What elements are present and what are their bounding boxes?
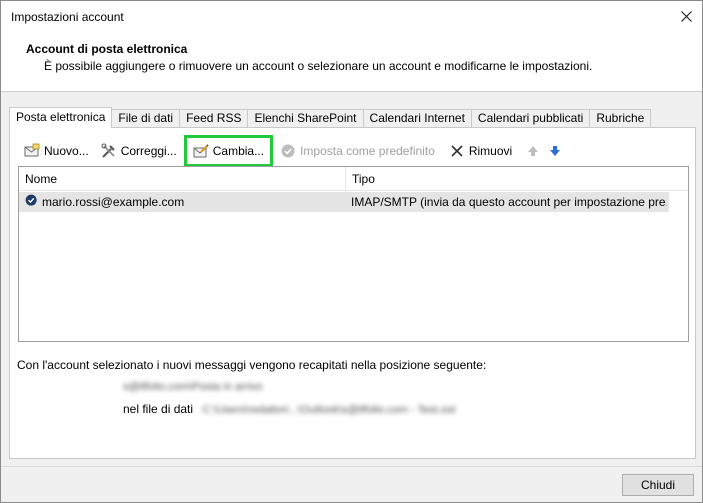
- dialog-header: Account di posta elettronica È possibile…: [1, 32, 702, 92]
- repair-label: Correggi...: [120, 144, 177, 158]
- delivery-info-text: Con l'account selezionato i nuovi messag…: [17, 358, 487, 372]
- list-header: Nome Tipo: [19, 167, 688, 191]
- arrow-down-icon: [547, 143, 563, 159]
- close-icon: [680, 11, 692, 22]
- datafile-path: C:\Users\redattori...\Outlook\s@tlfolio.…: [202, 404, 456, 416]
- table-row[interactable]: mario.rossi@example.com IMAP/SMTP (invia…: [19, 192, 669, 212]
- tab-elenchi-sharepoint[interactable]: Elenchi SharePoint: [247, 109, 364, 128]
- new-account-label: Nuovo...: [44, 144, 89, 158]
- window-close-button[interactable]: [670, 1, 702, 32]
- datafile-label: nel file di dati: [123, 402, 194, 416]
- tab-calendari-pubblicati[interactable]: Calendari pubblicati: [470, 109, 591, 128]
- set-default-button[interactable]: Imposta come predefinito: [276, 140, 439, 162]
- tab-strip: Posta elettronica File di dati Feed RSS …: [9, 107, 652, 128]
- account-settings-dialog: Impostazioni account Account di posta el…: [0, 0, 703, 503]
- change-label: Cambia...: [212, 144, 265, 158]
- close-dialog-button[interactable]: Chiudi: [622, 474, 694, 496]
- remove-label: Rimuovi: [468, 144, 513, 158]
- dialog-footer: Chiudi: [1, 466, 702, 502]
- account-type-cell: IMAP/SMTP (invia da questo account per i…: [351, 195, 667, 209]
- delivery-folder-path: s@tlfolio.com\Posta in arrivo: [123, 381, 263, 393]
- tab-calendari-internet[interactable]: Calendari Internet: [362, 109, 472, 128]
- tab-file-di-dati[interactable]: File di dati: [111, 109, 181, 128]
- tab-posta-elettronica[interactable]: Posta elettronica: [9, 107, 113, 128]
- header-title: Account di posta elettronica: [26, 42, 188, 56]
- tools-icon: [101, 143, 117, 159]
- x-icon: [449, 143, 465, 159]
- default-account-check-icon: [25, 194, 41, 210]
- new-mail-icon: [24, 143, 40, 159]
- account-toolbar: Nuovo... Correggi... Cambia... Imposta c…: [20, 135, 566, 167]
- column-header-type[interactable]: Tipo: [345, 167, 669, 191]
- tab-feed-rss[interactable]: Feed RSS: [179, 109, 249, 128]
- move-down-button[interactable]: [544, 140, 566, 162]
- title-bar: Impostazioni account: [1, 1, 702, 32]
- check-circle-icon: [280, 143, 296, 159]
- set-default-label: Imposta come predefinito: [300, 144, 435, 158]
- column-header-name[interactable]: Nome: [19, 167, 345, 191]
- move-up-button[interactable]: [522, 140, 544, 162]
- remove-button[interactable]: Rimuovi: [445, 140, 516, 162]
- header-description: È possibile aggiungere o rimuovere un ac…: [44, 59, 593, 73]
- accounts-list: Nome Tipo mario.rossi@example.com IMAP/S…: [18, 166, 689, 342]
- change-button[interactable]: Cambia...: [183, 135, 274, 167]
- delivery-datafile-line: nel file di dati C:\Users\redattori...\O…: [123, 402, 455, 416]
- arrow-up-icon: [525, 143, 541, 159]
- window-title: Impostazioni account: [11, 10, 124, 24]
- tab-rubriche[interactable]: Rubriche: [589, 109, 652, 128]
- repair-button[interactable]: Correggi...: [97, 140, 181, 162]
- change-account-icon: [193, 143, 209, 159]
- account-name-cell: mario.rossi@example.com: [42, 195, 185, 209]
- new-account-button[interactable]: Nuovo...: [20, 140, 93, 162]
